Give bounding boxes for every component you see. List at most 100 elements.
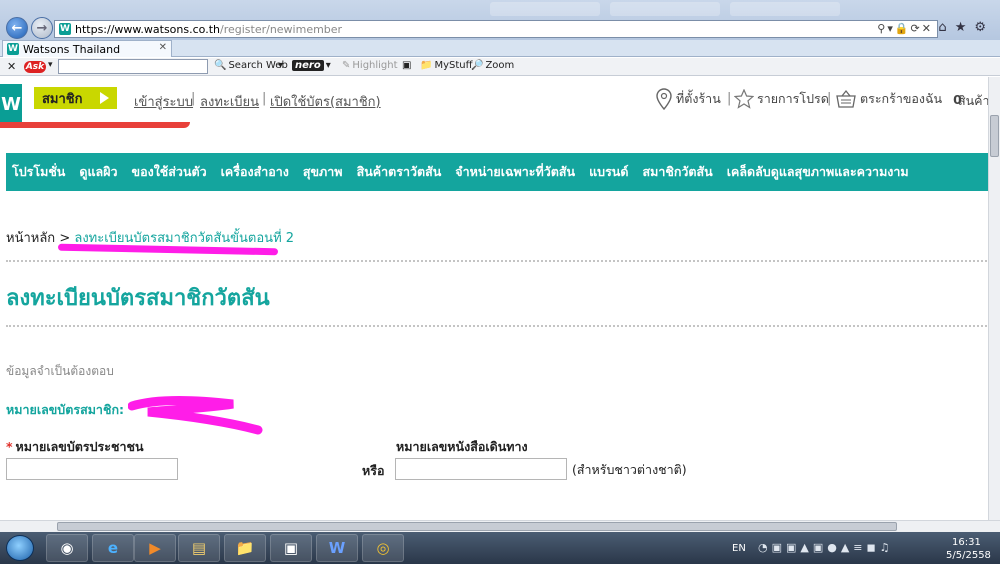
id-card-label-text: หมายเลขบัตรประชาชน	[15, 439, 144, 454]
active-tab[interactable]: W Watsons Thailand ✕	[2, 40, 172, 57]
member-badge[interactable]: สมาชิก	[34, 87, 117, 109]
store-locator-label: ที่ตั้งร้าน	[676, 91, 721, 106]
link-separator: |	[191, 91, 196, 106]
id-card-input[interactable]	[6, 458, 178, 480]
register-link[interactable]: ลงทะเบียน	[200, 91, 259, 112]
language-indicator[interactable]: EN	[732, 543, 746, 554]
chevron-down-icon[interactable]: ▾	[278, 60, 283, 71]
internet-explorer-icon[interactable]: e	[92, 534, 134, 562]
arrow-right-icon: →	[36, 20, 48, 36]
breadcrumb-home[interactable]: หน้าหลัก	[6, 231, 55, 246]
store-locator-link[interactable]: ที่ตั้งร้าน	[655, 88, 721, 110]
nero-button[interactable]: nero ▾	[292, 60, 331, 71]
clock-time[interactable]: 16:31	[952, 537, 981, 548]
ask-logo[interactable]: Ask	[24, 61, 46, 73]
products-label[interactable]: สินค้า	[958, 91, 990, 111]
horizontal-scrollbar[interactable]	[0, 520, 1000, 532]
nav-item-brands[interactable]: แบรนด์	[589, 162, 635, 182]
wishlist-link[interactable]: รายการโปรด	[734, 89, 829, 109]
background-tab[interactable]	[610, 2, 720, 16]
star-icon	[734, 89, 754, 109]
browser-command-icons[interactable]: ⌂★⚙	[938, 20, 994, 35]
background-tab[interactable]	[490, 2, 600, 16]
card-number-label: หมายเลขบัตรสมาชิก:	[6, 402, 125, 417]
gear-icon[interactable]: ⚙	[974, 20, 994, 35]
file-explorer-icon[interactable]: ▤	[178, 534, 220, 562]
address-bar-icons[interactable]: ⚲▾🔒⟳✕	[877, 22, 933, 35]
foreign-note: (สำหรับชาวต่างชาติ)	[572, 462, 687, 477]
link-separator: |	[262, 91, 267, 106]
vertical-scrollbar[interactable]	[988, 77, 1000, 520]
wishlist-label: รายการโปรด	[757, 91, 829, 106]
folder-icon[interactable]: 📁	[224, 534, 266, 562]
screen-app-icon[interactable]: ▣	[270, 534, 312, 562]
cart-label: ตระกร้าของฉัน	[860, 91, 943, 106]
scrollbar-thumb[interactable]	[57, 522, 897, 531]
id-card-label: * หมายเลขบัตรประชาชน	[6, 437, 144, 457]
note-icon[interactable]: ▣	[402, 60, 411, 71]
url-path: /register/newimember	[219, 22, 343, 36]
close-icon[interactable]: ✕	[7, 60, 16, 73]
highlight-label: Highlight	[352, 60, 398, 71]
word-icon[interactable]: W	[316, 534, 358, 562]
zoom-button[interactable]: 🔎 Zoom	[471, 60, 514, 71]
search-icon: 🔍	[214, 60, 227, 71]
member-badge-label: สมาชิก	[42, 91, 83, 107]
search-web-button[interactable]: 🔍 Search Web	[214, 60, 288, 71]
link-separator: |	[727, 91, 732, 106]
url-text[interactable]: https://www.watsons.co.th/register/newim…	[75, 23, 342, 36]
nav-item-membership[interactable]: สมาชิกวัตสัน	[642, 162, 719, 182]
nav-item-personal-care[interactable]: ของใช้ส่วนตัว	[132, 162, 214, 182]
nav-item-cosmetics[interactable]: เครื่องสำอาง	[221, 162, 296, 182]
login-link[interactable]: เข้าสู่ระบบ	[134, 91, 193, 112]
divider	[6, 325, 990, 327]
play-arrow-icon	[100, 92, 109, 104]
forward-button[interactable]: →	[31, 17, 53, 39]
zoom-label: Zoom	[485, 60, 515, 71]
passport-input[interactable]	[395, 458, 567, 480]
scrollbar-thumb[interactable]	[990, 115, 999, 157]
browser-tab-bar: W Watsons Thailand ✕	[0, 40, 1000, 57]
chrome-icon[interactable]: ◎	[362, 534, 404, 562]
mystuff-button[interactable]: 📁 MyStuff	[420, 60, 473, 71]
mystuff-label: MyStuff	[434, 60, 473, 71]
media-player-icon[interactable]: ▶	[134, 534, 176, 562]
main-nav: โปรโมชั่น ดูแลผิว ของใช้ส่วนตัว เครื่องส…	[6, 153, 990, 191]
redaction-scribble	[128, 396, 263, 435]
required-note: ข้อมูลจำเป็นต้องตอบ	[6, 364, 114, 378]
required-star: *	[6, 439, 13, 454]
logo-swoosh	[0, 122, 190, 128]
favorites-star-icon[interactable]: ★	[955, 20, 975, 35]
back-button[interactable]: ←	[6, 17, 28, 39]
tab-title: Watsons Thailand	[23, 42, 121, 56]
home-icon[interactable]: ⌂	[938, 20, 954, 35]
cart-link[interactable]: ตระกร้าของฉัน 0	[835, 89, 962, 109]
address-bar[interactable]: W https://www.watsons.co.th/register/new…	[54, 20, 938, 38]
watsons-logo[interactable]: W	[0, 84, 22, 124]
clock-date[interactable]: 5/5/2558	[946, 550, 991, 561]
nav-item-tips[interactable]: เคล็ดลับดูแลสุขภาพและความงาม	[727, 162, 916, 182]
page-title: ลงทะเบียนบัตรสมาชิกวัตสัน	[6, 286, 270, 311]
nav-item-health[interactable]: สุขภาพ	[303, 162, 350, 182]
zoom-icon: 🔎	[471, 60, 484, 71]
map-pin-icon	[656, 88, 672, 110]
ask-toolbar: ✕ Ask ▾ 🔍 Search Web ▾ nero ▾ ✎ Highlight ▣…	[0, 58, 1000, 76]
highlight-button[interactable]: ✎ Highlight	[342, 60, 398, 71]
or-label: หรือ	[362, 463, 385, 478]
nav-item-exclusive[interactable]: จำหน่ายเฉพาะที่วัตสัน	[455, 162, 582, 182]
start-button[interactable]	[6, 535, 34, 561]
close-icon[interactable]: ✕	[159, 42, 167, 53]
camera-app-icon[interactable]: ◉	[46, 534, 88, 562]
nav-item-skincare[interactable]: ดูแลผิว	[79, 162, 124, 182]
tray-icons[interactable]: ◔▣▣▲▣●▲≡◼♫	[758, 541, 894, 554]
nero-logo: nero	[292, 60, 324, 71]
nav-item-promotion[interactable]: โปรโมชั่น	[12, 162, 72, 182]
nav-item-watsons-brand[interactable]: สินค้าตราวัตสัน	[357, 162, 449, 182]
ask-search-input[interactable]	[58, 59, 208, 74]
chevron-down-icon[interactable]: ▾	[48, 60, 53, 70]
background-tab[interactable]	[730, 2, 840, 16]
basket-icon	[836, 89, 856, 108]
browser-titlebar: ← → W https://www.watsons.co.th/register…	[0, 0, 1000, 40]
activate-card-link[interactable]: เปิดใช้บัตร(สมาชิก)	[270, 91, 381, 112]
folder-icon: 📁	[420, 60, 433, 71]
